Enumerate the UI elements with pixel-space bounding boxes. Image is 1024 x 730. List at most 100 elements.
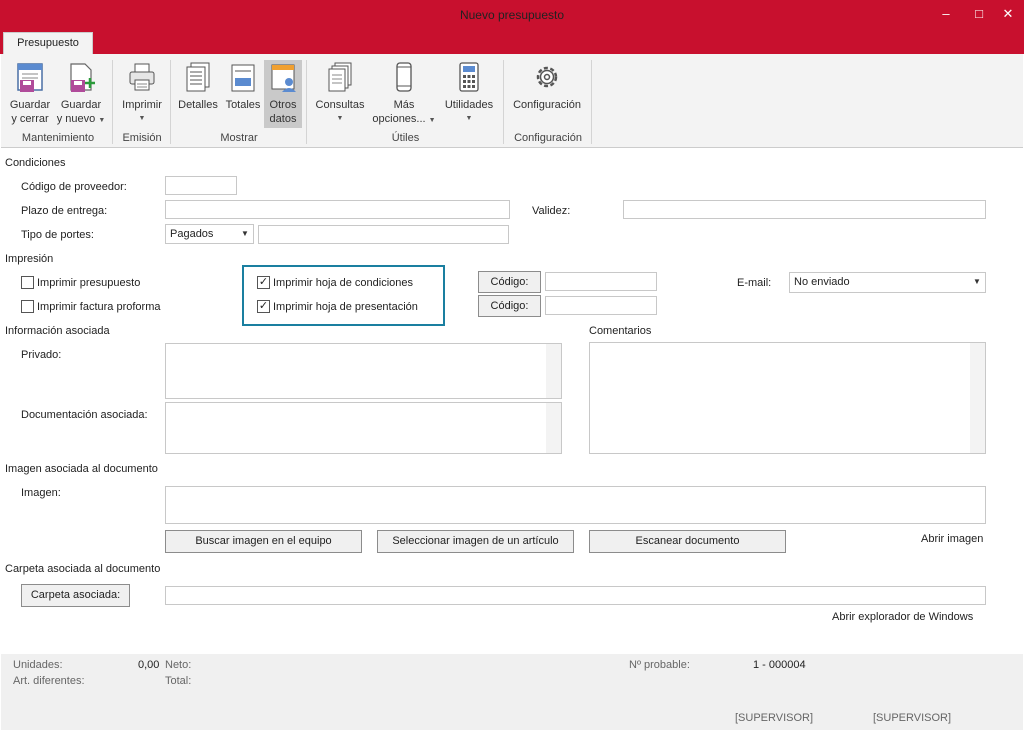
scrollbar[interactable] xyxy=(546,344,561,398)
section-carpeta: Carpeta asociada al documento xyxy=(5,563,161,575)
details-icon xyxy=(186,62,210,92)
group-emision: Emisión xyxy=(122,132,162,144)
imprimir-presupuesto-label: Imprimir presupuesto xyxy=(37,277,141,289)
guardar-cerrar-button[interactable]: Guardar y cerrar xyxy=(6,60,54,128)
ribbon-separator xyxy=(306,60,307,144)
other-data-icon xyxy=(271,64,296,92)
section-impresion: Impresión xyxy=(5,253,54,265)
email-value: No enviado xyxy=(794,276,850,288)
escanear-documento-button[interactable]: Escanear documento xyxy=(589,530,786,553)
detalles-label: Detalles xyxy=(178,99,218,111)
plazo-entrega-input[interactable] xyxy=(165,200,510,219)
comentarios-label: Comentarios xyxy=(589,325,652,337)
imprimir-button[interactable]: Imprimir ▼ xyxy=(118,60,166,128)
comentarios-textarea[interactable] xyxy=(589,342,986,454)
imprimir-factura-checkbox[interactable] xyxy=(21,300,34,313)
guardar-nuevo-label-2: y nuevo xyxy=(56,113,96,125)
documentacion-textarea[interactable] xyxy=(165,402,562,454)
chevron-down-icon: ▼ xyxy=(138,115,146,122)
gear-icon xyxy=(536,66,558,88)
mas-opciones-button[interactable]: Más opciones... ▼ xyxy=(370,60,438,128)
section-condiciones: Condiciones xyxy=(5,157,66,169)
window-title: Nuevo presupuesto xyxy=(459,8,565,22)
codigo-condiciones-button[interactable]: Código: xyxy=(478,271,541,293)
user-label-1: [SUPERVISOR] xyxy=(735,712,814,724)
plazo-entrega-label: Plazo de entrega: xyxy=(21,205,108,217)
neto-label: Neto: xyxy=(165,659,192,671)
tab-strip xyxy=(0,32,1024,54)
otros-datos-label-1: Otros xyxy=(269,99,297,111)
hoja-condiciones-label: Imprimir hoja de condiciones xyxy=(273,277,414,289)
imprimir-label: Imprimir xyxy=(122,99,162,111)
utilidades-button[interactable]: Utilidades ▼ xyxy=(440,60,498,128)
codigo-condiciones-input[interactable] xyxy=(545,272,657,291)
tipo-portes-value: Pagados xyxy=(170,228,214,240)
section-imagen: Imagen asociada al documento xyxy=(5,463,158,475)
unidades-value: 0,00 xyxy=(138,659,160,671)
mas-opciones-label-2: opciones... xyxy=(372,113,426,125)
totales-label: Totales xyxy=(225,99,261,111)
imagen-label: Imagen: xyxy=(21,487,61,499)
group-utiles: Útiles xyxy=(391,132,420,144)
validez-input[interactable] xyxy=(623,200,986,219)
imagen-field[interactable] xyxy=(165,486,986,524)
tipo-portes-select[interactable]: Pagados ▼ xyxy=(165,224,254,244)
total-label: Total: xyxy=(165,675,192,687)
save-close-icon xyxy=(17,63,43,92)
carpeta-asociada-button[interactable]: Carpeta asociada: xyxy=(21,584,130,607)
tab-presupuesto[interactable]: Presupuesto xyxy=(3,32,93,54)
group-mantenimiento: Mantenimiento xyxy=(21,132,95,144)
chevron-down-icon: ▼ xyxy=(336,115,344,122)
codigo-proveedor-input[interactable] xyxy=(165,176,237,195)
chevron-down-icon: ▼ xyxy=(465,115,473,122)
scrollbar[interactable] xyxy=(546,403,561,453)
chevron-down-icon: ▼ xyxy=(428,117,436,124)
section-informacion: Información asociada xyxy=(5,325,110,337)
ribbon-separator xyxy=(503,60,504,144)
documentacion-label: Documentación asociada: xyxy=(21,409,148,421)
email-label: E-mail: xyxy=(737,277,772,289)
queries-icon xyxy=(328,62,352,92)
scrollbar[interactable] xyxy=(970,343,985,453)
otros-datos-button[interactable]: Otros datos xyxy=(264,60,302,128)
save-new-icon xyxy=(70,63,95,92)
guardar-nuevo-button[interactable]: Guardar y nuevo ▼ xyxy=(56,60,106,128)
mas-opciones-label-1: Más xyxy=(393,99,415,111)
mobile-icon xyxy=(396,62,412,92)
calculator-icon xyxy=(459,62,479,92)
buscar-imagen-button[interactable]: Buscar imagen en el equipo xyxy=(165,530,362,553)
carpeta-field[interactable] xyxy=(165,586,986,605)
hoja-presentacion-label: Imprimir hoja de presentación xyxy=(273,301,418,313)
hoja-condiciones-checkbox[interactable]: ✓ xyxy=(257,276,270,289)
tipo-portes-desc-input[interactable] xyxy=(258,225,509,244)
hoja-presentacion-checkbox[interactable]: ✓ xyxy=(257,300,270,313)
art-diferentes-label: Art. diferentes: xyxy=(13,675,85,687)
guardar-cerrar-label-1: Guardar xyxy=(9,99,51,111)
configuracion-button[interactable]: Configuración xyxy=(508,60,586,128)
seleccionar-imagen-button[interactable]: Seleccionar imagen de un artículo xyxy=(377,530,574,553)
unidades-label: Unidades: xyxy=(13,659,63,671)
totales-button[interactable]: Totales xyxy=(222,60,264,128)
maximize-button[interactable]: □ xyxy=(971,6,987,22)
ribbon-separator xyxy=(591,60,592,144)
utilidades-label: Utilidades xyxy=(444,99,494,111)
user-label-2: [SUPERVISOR] xyxy=(873,712,952,724)
codigo-presentacion-button[interactable]: Código: xyxy=(478,295,541,317)
privado-textarea[interactable] xyxy=(165,343,562,399)
close-button[interactable]: ✕ xyxy=(1000,6,1016,22)
minimize-button[interactable]: – xyxy=(938,6,954,22)
detalles-button[interactable]: Detalles xyxy=(176,60,220,128)
abrir-explorador-link[interactable]: Abrir explorador de Windows xyxy=(832,611,973,623)
privado-label: Privado: xyxy=(21,349,62,361)
consultas-button[interactable]: Consultas ▼ xyxy=(312,60,368,128)
ribbon-separator xyxy=(112,60,113,144)
totals-icon xyxy=(231,64,255,92)
n-probable-value: 1 - 000004 xyxy=(753,659,806,671)
imprimir-factura-label: Imprimir factura proforma xyxy=(37,301,161,313)
email-select[interactable]: No enviado ▼ xyxy=(789,272,986,293)
validez-label: Validez: xyxy=(532,205,571,217)
codigo-presentacion-input[interactable] xyxy=(545,296,657,315)
imprimir-presupuesto-checkbox[interactable] xyxy=(21,276,34,289)
chevron-down-icon: ▼ xyxy=(241,229,249,238)
abrir-imagen-link[interactable]: Abrir imagen xyxy=(921,533,983,545)
